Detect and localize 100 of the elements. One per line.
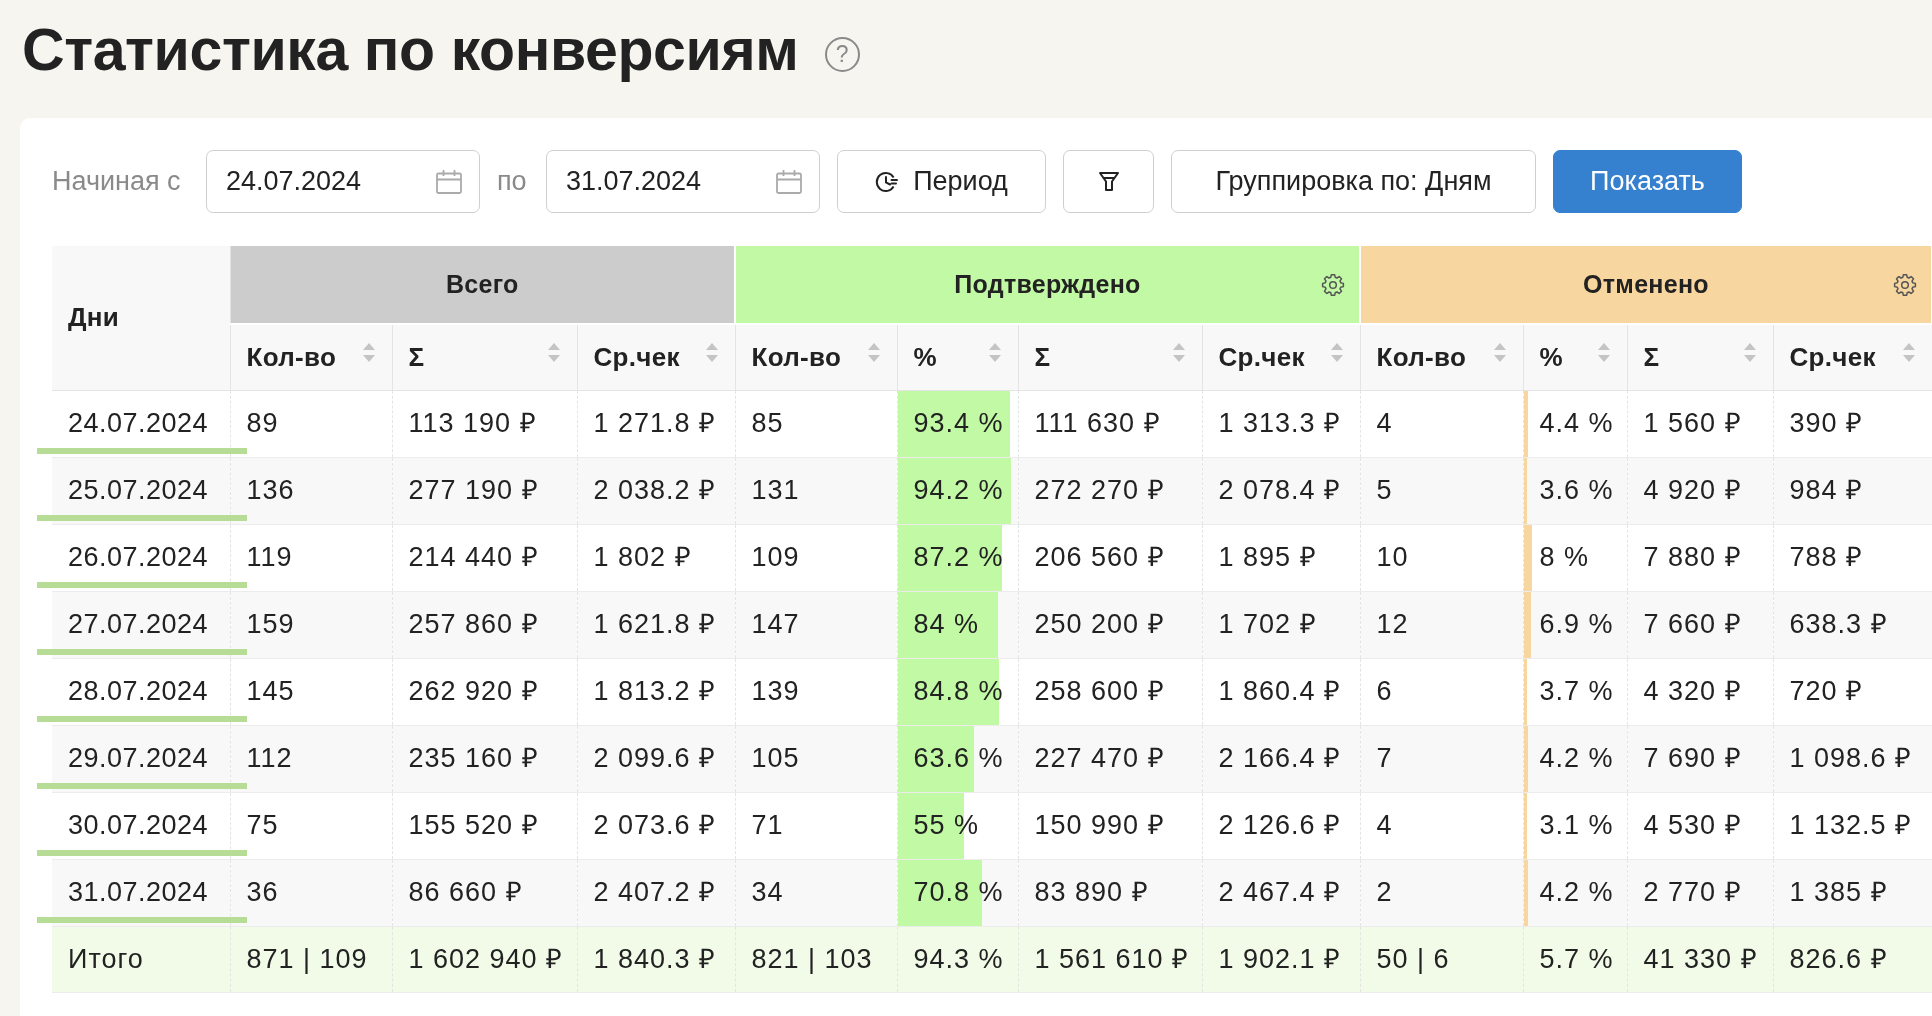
row-date: 28.07.2024 (68, 676, 209, 707)
table-cell: 6 (1360, 658, 1523, 725)
table-cell: 2 467.4 ₽ (1202, 859, 1360, 926)
period-button[interactable]: Период (837, 150, 1046, 213)
settings-icon[interactable] (1893, 272, 1917, 297)
column-header[interactable]: % (1523, 324, 1627, 390)
grouping-button[interactable]: Группировка по: Дням (1171, 150, 1536, 213)
column-header[interactable]: Ср.чек (1773, 324, 1932, 390)
table-cell: 871 | 109 (230, 926, 392, 992)
table-cell: 83 890 ₽ (1018, 859, 1202, 926)
table-cell: 250 200 ₽ (1018, 591, 1202, 658)
filter-button[interactable] (1063, 150, 1154, 213)
table-cell: 1 813.2 ₽ (577, 658, 735, 725)
table-cell: 2 073.6 ₽ (577, 792, 735, 859)
table-cell: 984 ₽ (1773, 457, 1932, 524)
table-cell: 1 840.3 ₽ (577, 926, 735, 992)
table-cell: 159 (230, 591, 392, 658)
table-cell: 113 190 ₽ (392, 390, 577, 457)
table-cell: 4 (1360, 792, 1523, 859)
table-cell: 111 630 ₽ (1018, 390, 1202, 457)
table-cell: 2 126.6 ₽ (1202, 792, 1360, 859)
table-cell: 41 330 ₽ (1627, 926, 1773, 992)
table-cell: 1 385 ₽ (1773, 859, 1932, 926)
table-cell: 4 530 ₽ (1627, 792, 1773, 859)
column-header[interactable]: Σ (392, 324, 577, 390)
table-cell: 1 271.8 ₽ (577, 390, 735, 457)
table-cell: 12 (1360, 591, 1523, 658)
date-to-field[interactable]: 31.07.2024 (546, 150, 820, 213)
percent-text: 70.8 % (913, 877, 1004, 908)
table-cell: 235 160 ₽ (392, 725, 577, 792)
table-cell: 2 407.2 ₽ (577, 859, 735, 926)
settings-icon[interactable] (1321, 272, 1345, 297)
column-header[interactable]: Кол-во (230, 324, 392, 390)
column-header[interactable]: Кол-во (735, 324, 897, 390)
table-cell: 34 (735, 859, 897, 926)
table-cell: 1 602 940 ₽ (392, 926, 577, 992)
table-cell: 1 860.4 ₽ (1202, 658, 1360, 725)
row-date: 31.07.2024 (68, 877, 209, 908)
table-cell: 227 470 ₽ (1018, 725, 1202, 792)
table-cell: 4 920 ₽ (1627, 457, 1773, 524)
table-cell: 262 920 ₽ (392, 658, 577, 725)
column-header[interactable]: % (897, 324, 1018, 390)
page-title: Статистика по конверсиям (22, 16, 799, 85)
table-cell: 71 (735, 792, 897, 859)
table-cell: 206 560 ₽ (1018, 524, 1202, 591)
table-cell: 94.3 % (897, 926, 1018, 992)
table-cell: 4 320 ₽ (1627, 658, 1773, 725)
table-cell: 86 660 ₽ (392, 859, 577, 926)
table-cell: 7 660 ₽ (1627, 591, 1773, 658)
table-cell: 2 099.6 ₽ (577, 725, 735, 792)
table-cell: 1 621.8 ₽ (577, 591, 735, 658)
table-cell: 2 166.4 ₽ (1202, 725, 1360, 792)
filter-icon (1096, 169, 1121, 194)
table-cell: 85 (735, 390, 897, 457)
table-cell: 4 (1360, 390, 1523, 457)
table-cell: 2 078.4 ₽ (1202, 457, 1360, 524)
percent-text: 3.6 % (1539, 475, 1614, 506)
table-cell: 10 (1360, 524, 1523, 591)
table-cell: 1 902.1 ₽ (1202, 926, 1360, 992)
table-cell: 7 (1360, 725, 1523, 792)
row-date: 25.07.2024 (68, 475, 209, 506)
column-header[interactable]: Ср.чек (577, 324, 735, 390)
table-cell: 7 880 ₽ (1627, 524, 1773, 591)
table-cell: 131 (735, 457, 897, 524)
calendar-icon[interactable] (436, 169, 462, 194)
table-cell: 75 (230, 792, 392, 859)
table-cell: 214 440 ₽ (392, 524, 577, 591)
table-cell: 7 690 ₽ (1627, 725, 1773, 792)
percent-text: 3.7 % (1539, 676, 1614, 707)
calendar-icon[interactable] (776, 169, 802, 194)
table-cell: 5 (1360, 457, 1523, 524)
percent-text: 4.4 % (1539, 408, 1614, 439)
column-header[interactable]: Σ (1627, 324, 1773, 390)
table-cell: 105 (735, 725, 897, 792)
table-cell: 36 (230, 859, 392, 926)
row-date: 29.07.2024 (68, 743, 209, 774)
percent-text: 4.2 % (1539, 743, 1614, 774)
table-cell: 638.3 ₽ (1773, 591, 1932, 658)
show-button[interactable]: Показать (1553, 150, 1742, 213)
column-header[interactable]: Σ (1018, 324, 1202, 390)
percent-text: 63.6 % (913, 743, 1004, 774)
percent-text: 93.4 % (913, 408, 1004, 439)
table-cell: 720 ₽ (1773, 658, 1932, 725)
table-cell: 1 132.5 ₽ (1773, 792, 1932, 859)
table-cell: 2 770 ₽ (1627, 859, 1773, 926)
group-title: Подтверждено (954, 269, 1141, 298)
column-header[interactable]: Кол-во (1360, 324, 1523, 390)
table-cell: 257 860 ₽ (392, 591, 577, 658)
column-header: Дни (52, 246, 230, 390)
table-cell: 788 ₽ (1773, 524, 1932, 591)
percent-text: 3.1 % (1539, 810, 1614, 841)
clock-icon (875, 169, 900, 194)
table-cell: 277 190 ₽ (392, 457, 577, 524)
table-cell: 390 ₽ (1773, 390, 1932, 457)
table-cell: 112 (230, 725, 392, 792)
table-cell: 5.7 % (1523, 926, 1627, 992)
date-from-field[interactable]: 24.07.2024 (206, 150, 480, 213)
table-cell: 145 (230, 658, 392, 725)
table-cell: 1 702 ₽ (1202, 591, 1360, 658)
column-header[interactable]: Ср.чек (1202, 324, 1360, 390)
